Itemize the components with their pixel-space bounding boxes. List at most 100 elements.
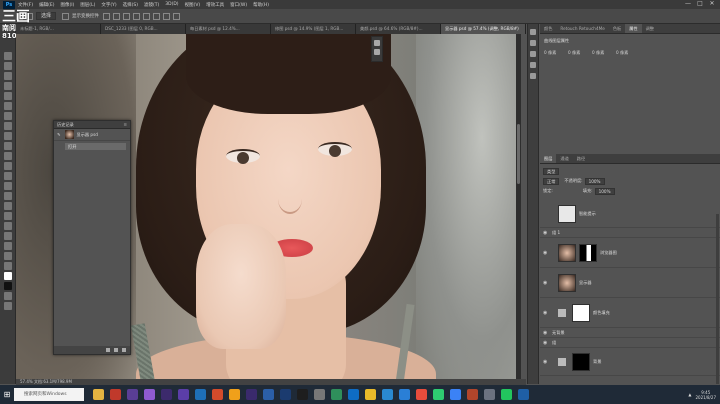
prop-w[interactable]: 0 像素 <box>544 50 564 56</box>
marquee-tool-icon[interactable] <box>4 62 12 70</box>
taskbar-search[interactable]: 搜索网页和Windows <box>14 388 84 401</box>
menu-plugins[interactable]: 增效工具 <box>206 2 224 8</box>
layer-row[interactable]: ◉ 背景 <box>540 348 720 376</box>
menu-window[interactable]: 窗口(W) <box>230 2 247 8</box>
doc-tab-3[interactable]: 每日素材 psd @ 12.4%... <box>186 24 271 34</box>
prop-y[interactable]: 0 像素 <box>616 50 636 56</box>
visibility-icon[interactable]: ◉ <box>543 230 549 236</box>
distribute-icon[interactable] <box>163 12 171 20</box>
layer-group-row[interactable]: ◉ 组 1 <box>540 228 720 238</box>
color-panel-icon[interactable] <box>530 29 536 35</box>
layer-row[interactable]: 智能提示 <box>540 200 720 228</box>
tab-properties[interactable]: 属性 <box>625 24 642 33</box>
history-brush-tool-icon[interactable] <box>4 152 12 160</box>
visibility-icon[interactable] <box>543 211 549 217</box>
pen-tool-icon[interactable] <box>4 202 12 210</box>
path-select-tool-icon[interactable] <box>4 222 12 230</box>
align-left-icon[interactable] <box>103 12 111 20</box>
opacity-input[interactable]: 100% <box>584 177 605 185</box>
premiere2-icon[interactable] <box>246 389 257 400</box>
doc-tab-1[interactable]: 未标题-1, RGB/... <box>16 24 101 34</box>
close-button[interactable]: ✕ <box>706 0 718 7</box>
scrollbar-thumb[interactable] <box>517 124 520 184</box>
tab-retouch[interactable]: Retouch Retouch4Me <box>556 24 608 33</box>
visibility-icon[interactable]: ◉ <box>543 359 549 365</box>
audition-icon[interactable] <box>178 389 189 400</box>
zoom-tool-icon[interactable] <box>4 252 12 260</box>
screen-mode-icon[interactable] <box>4 302 12 310</box>
healing-brush-tool-icon[interactable] <box>4 122 12 130</box>
tab-layers[interactable]: 图层 <box>540 154 557 163</box>
layer-group-row[interactable]: ◉ 组 <box>540 338 720 348</box>
photoshop-icon[interactable] <box>195 389 206 400</box>
wechat-icon[interactable] <box>433 389 444 400</box>
align-top-icon[interactable] <box>133 12 141 20</box>
clock[interactable]: 9:45 2021/8/27 <box>695 390 716 400</box>
tab-paths[interactable]: 路径 <box>573 154 589 163</box>
settings-icon[interactable] <box>314 389 325 400</box>
type-tool-icon[interactable] <box>4 212 12 220</box>
music-icon[interactable] <box>110 389 121 400</box>
tab-adjustments[interactable]: 调整 <box>642 24 658 33</box>
media-encoder-icon[interactable] <box>263 389 274 400</box>
hand-tool-icon[interactable] <box>4 242 12 250</box>
browser-icon[interactable] <box>399 389 410 400</box>
lightroom-icon[interactable] <box>280 389 291 400</box>
start-button[interactable]: ⊞ <box>0 385 14 404</box>
menu-3d[interactable]: 3D(D) <box>165 2 178 7</box>
layer-row[interactable]: ◉ 浏览器图 <box>540 238 720 268</box>
visibility-icon[interactable]: ◉ <box>543 250 549 256</box>
menu-help[interactable]: 帮助(H) <box>253 2 269 8</box>
canvas-scrollbar[interactable] <box>516 34 521 379</box>
foreground-color-swatch[interactable] <box>4 272 12 280</box>
eraser-tool-icon[interactable] <box>4 162 12 170</box>
actions-panel-icon[interactable] <box>530 51 536 57</box>
brush-icon[interactable] <box>374 40 380 46</box>
menu-view[interactable]: 视图(V) <box>185 2 201 8</box>
shape-tool-icon[interactable] <box>4 232 12 240</box>
brush-tool-icon[interactable] <box>4 132 12 140</box>
gradient-tool-icon[interactable] <box>4 172 12 180</box>
menu-image[interactable]: 图像(I) <box>60 2 74 8</box>
move-tool-icon[interactable] <box>4 52 12 60</box>
menu-filter[interactable]: 滤镜(T) <box>144 2 159 8</box>
browser2-icon[interactable] <box>450 389 461 400</box>
move-icon[interactable] <box>374 49 380 55</box>
davinci-icon[interactable] <box>297 389 308 400</box>
align-right-icon[interactable] <box>123 12 131 20</box>
menu-file[interactable]: 文件(F) <box>18 2 33 8</box>
doc-tab-5[interactable]: 美颜.psd @ 64.6% (RGB/8#)... <box>356 24 441 34</box>
menu-edit[interactable]: 编辑(E) <box>39 2 54 8</box>
layer-kind-filter[interactable]: 类型 <box>543 167 560 175</box>
visibility-icon[interactable]: ◉ <box>543 330 549 336</box>
chat-icon[interactable] <box>501 389 512 400</box>
brush-source-icon[interactable]: ✎ <box>57 132 61 137</box>
history-step-open[interactable]: 打开 <box>65 143 126 150</box>
note-icon[interactable] <box>365 389 376 400</box>
new-document-icon[interactable] <box>106 348 110 352</box>
dodge-tool-icon[interactable] <box>4 192 12 200</box>
prop-x[interactable]: 0 像素 <box>592 50 612 56</box>
maximize-button[interactable]: □ <box>694 0 706 7</box>
layer-group-row[interactable]: ◉ 无背景 <box>540 328 720 338</box>
3d-mode-icon[interactable] <box>173 12 181 20</box>
video-icon[interactable] <box>331 389 342 400</box>
quick-mask-icon[interactable] <box>4 292 12 300</box>
transform-checkbox[interactable] <box>62 12 70 20</box>
layer-row[interactable]: ◉ 颜色填充 <box>540 298 720 328</box>
menu-layer[interactable]: 图层(L) <box>80 2 95 8</box>
tab-swatches[interactable]: 色板 <box>609 24 625 33</box>
crop-tool-icon[interactable] <box>4 92 12 100</box>
camera-icon[interactable] <box>114 348 118 352</box>
panel-menu-icon[interactable]: ≡ <box>123 121 127 129</box>
align-bottom-icon[interactable] <box>153 12 161 20</box>
mail-icon[interactable] <box>348 389 359 400</box>
blur-tool-icon[interactable] <box>4 182 12 190</box>
visibility-icon[interactable]: ◉ <box>543 310 549 316</box>
blend-mode-select[interactable]: 正常 <box>543 177 560 185</box>
network-icon[interactable]: ▲ <box>688 392 691 397</box>
ps2-icon[interactable] <box>518 389 529 400</box>
layer-mask-thumbnail[interactable] <box>579 243 597 262</box>
doc-tab-4[interactable]: 修图 psd @ 14.9% (图层 1, RGB... <box>271 24 356 34</box>
premiere-icon[interactable] <box>144 389 155 400</box>
